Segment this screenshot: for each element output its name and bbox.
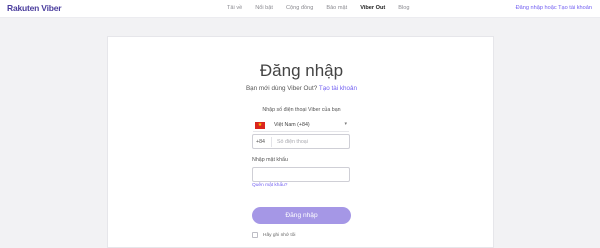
vietnam-flag-icon: ★: [255, 122, 265, 129]
phone-number-field: +84: [252, 134, 350, 149]
remember-me-label: Hãy ghi nhớ tôi: [263, 232, 296, 238]
create-account-link[interactable]: Tạo tài khoản: [319, 85, 357, 92]
top-navigation-bar: Rakuten Viber Tải về Nổi bật Cộng đồng B…: [0, 0, 600, 18]
signup-prompt-text: Bạn mới dùng Viber Out?: [245, 85, 318, 92]
nav-item-community[interactable]: Cộng đồng: [286, 5, 313, 11]
remember-me[interactable]: Hãy ghi nhớ tôi: [252, 232, 295, 238]
forgot-password-link[interactable]: Quên mật khẩu?: [252, 183, 287, 188]
password-label: Nhập mật khẩu: [252, 157, 288, 163]
nav-item-security[interactable]: Bảo mật: [326, 5, 347, 11]
nav-item-blog[interactable]: Blog: [398, 5, 409, 11]
nav-item-features[interactable]: Nổi bật: [255, 5, 273, 11]
phone-number-input[interactable]: [271, 137, 347, 147]
nav-item-download[interactable]: Tải về: [227, 5, 242, 11]
password-input[interactable]: [252, 167, 350, 182]
login-or-signup-link[interactable]: Đăng nhập hoặc Tạo tài khoản: [516, 5, 592, 11]
login-button[interactable]: Đăng nhập: [252, 207, 351, 224]
nav-item-viber-out[interactable]: Viber Out: [360, 5, 385, 11]
country-select[interactable]: ★ Việt Nam (+84) ▾: [253, 118, 349, 132]
login-card: Đăng nhập Bạn mới dùng Viber Out? Tạo tà…: [107, 36, 494, 248]
dial-code: +84: [256, 139, 265, 145]
signup-prompt: Bạn mới dùng Viber Out? Tạo tài khoản: [108, 85, 495, 92]
page-title: Đăng nhập: [259, 61, 344, 80]
rakuten-viber-logo[interactable]: Rakuten Viber: [7, 3, 62, 13]
main-nav: Tải về Nổi bật Cộng đồng Bảo mật Viber O…: [227, 5, 422, 11]
country-select-value: Việt Nam (+84): [274, 122, 310, 128]
chevron-down-icon: ▾: [344, 121, 347, 127]
phone-label: Nhập số điện thoại Viber của bạn: [262, 107, 341, 113]
remember-me-checkbox[interactable]: [252, 232, 258, 238]
